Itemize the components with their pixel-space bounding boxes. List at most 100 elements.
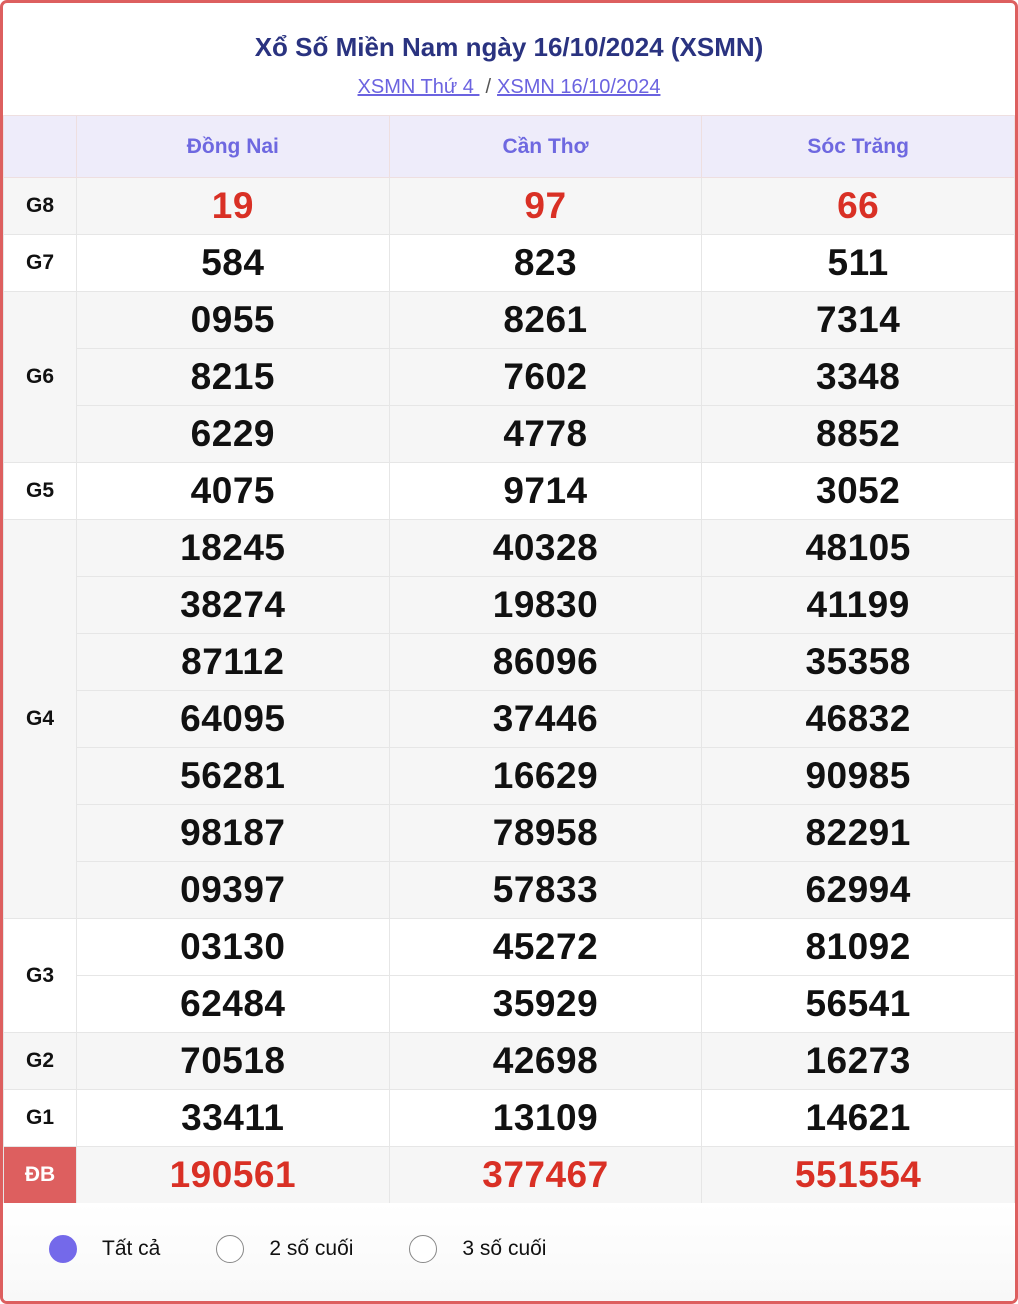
prize-number: 823 (388, 234, 703, 292)
prize-number: 81092 (701, 918, 1015, 976)
prize-row: 62484 35929 56541 (4, 975, 1015, 1033)
prize-label: G4 (3, 519, 77, 919)
prize-number: 62484 (76, 975, 390, 1033)
breadcrumb-link-date[interactable]: XSMN 16/10/2024 (497, 76, 660, 98)
prize-number: 90985 (701, 747, 1015, 805)
prize-row: G8 19 97 66 (3, 177, 1015, 235)
filter-option-last-3[interactable]: 3 số cuối (409, 1235, 546, 1263)
prize-number: 7314 (701, 291, 1015, 349)
prize-row: ĐB 190561 377467 551554 (3, 1146, 1015, 1204)
prize-number: 33411 (76, 1089, 390, 1147)
prize-number: 66 (701, 177, 1015, 235)
prize-number: 35358 (701, 633, 1015, 691)
prize-label: G5 (3, 462, 77, 520)
prize-row: 56281 16629 90985 (4, 747, 1015, 805)
prize-row: 98187 78958 82291 (4, 804, 1015, 862)
province-header: Đồng Nai (76, 115, 390, 178)
prize-number: 78958 (388, 804, 703, 862)
prize-number: 70518 (76, 1032, 390, 1090)
prize-number: 190561 (76, 1146, 390, 1204)
breadcrumb: XSMN Thứ 4 /XSMN 16/10/2024 (3, 75, 1015, 99)
prize-number: 511 (701, 234, 1015, 292)
prize-number: 42698 (388, 1032, 703, 1090)
card-header: Xổ Số Miền Nam ngày 16/10/2024 (XSMN) XS… (3, 3, 1015, 115)
prize-number: 87112 (76, 633, 390, 691)
prize-row: 87112 86096 35358 (4, 633, 1015, 691)
prize-number: 82291 (701, 804, 1015, 862)
prize-row: G7 584 823 511 (3, 234, 1015, 292)
prize-number: 86096 (388, 633, 703, 691)
prize-label: G1 (3, 1089, 77, 1147)
prize-number: 13109 (388, 1089, 703, 1147)
filter-option-label: 3 số cuối (462, 1237, 547, 1260)
digit-filter: Tất cả 2 số cuối 3 số cuối (3, 1203, 1015, 1301)
filter-option-label: 2 số cuối (269, 1237, 354, 1260)
prize-number: 584 (76, 234, 390, 292)
page-title: Xổ Số Miền Nam ngày 16/10/2024 (XSMN) (254, 32, 764, 62)
prize-number: 0955 (76, 291, 390, 349)
prize-row: 64095 37446 46832 (4, 690, 1015, 748)
prize-number: 41199 (701, 576, 1015, 634)
prize-number: 03130 (76, 918, 390, 976)
province-header: Cần Thơ (388, 115, 703, 178)
prize-number: 48105 (701, 519, 1015, 577)
prize-number: 40328 (388, 519, 703, 577)
prize-number: 98187 (76, 804, 390, 862)
prize-number: 45272 (388, 918, 703, 976)
prize-label: G8 (3, 177, 77, 235)
table-header-row: Đồng Nai Cần Thơ Sóc Trăng (3, 115, 1015, 178)
radio-button[interactable] (216, 1235, 245, 1263)
province-header: Sóc Trăng (701, 115, 1015, 178)
results-table: Đồng Nai Cần Thơ Sóc Trăng G8 19 97 66 G7 584… (3, 115, 1015, 1204)
prize-row: 09397 57833 62994 (4, 861, 1015, 919)
prize-label: G2 (3, 1032, 77, 1090)
filter-option-all[interactable]: Tất cả (49, 1235, 160, 1263)
prize-label: ĐB (3, 1146, 77, 1204)
prize-number: 57833 (388, 861, 703, 919)
prize-number: 8261 (388, 291, 703, 349)
prize-number: 35929 (388, 975, 703, 1033)
prize-number: 62994 (701, 861, 1015, 919)
prize-row: 6229 4778 8852 (4, 405, 1015, 463)
prize-row: 38274 19830 41199 (4, 576, 1015, 634)
prize-number: 18245 (76, 519, 390, 577)
prize-row: 8215 7602 3348 (4, 348, 1015, 406)
prize-number: 56281 (76, 747, 390, 805)
prize-label: G6 (3, 291, 77, 463)
prize-number: 4778 (388, 405, 703, 463)
prize-number: 56541 (701, 975, 1015, 1033)
prize-number: 8215 (76, 348, 390, 406)
corner-cell (3, 115, 77, 178)
results-card: Xổ Số Miền Nam ngày 16/10/2024 (XSMN) XS… (0, 0, 1018, 1304)
prize-number: 6229 (76, 405, 390, 463)
filter-option-label: Tất cả (102, 1237, 161, 1260)
breadcrumb-separator: / (485, 76, 492, 98)
prize-number: 4075 (76, 462, 390, 520)
prize-number: 19830 (388, 576, 703, 634)
prize-number: 3348 (701, 348, 1015, 406)
prize-row: G5 4075 9714 3052 (3, 462, 1015, 520)
breadcrumb-link-weekday[interactable]: XSMN Thứ 4 (358, 76, 480, 98)
prize-row: G4 18245 40328 48105 (3, 519, 1015, 919)
prize-row: G3 03130 45272 81092 (3, 918, 1015, 1033)
prize-number: 551554 (701, 1146, 1015, 1204)
prize-number: 97 (388, 177, 703, 235)
prize-row: G1 33411 13109 14621 (3, 1089, 1015, 1147)
prize-number: 3052 (701, 462, 1015, 520)
prize-row: G2 70518 42698 16273 (3, 1032, 1015, 1090)
prize-number: 7602 (388, 348, 703, 406)
prize-number: 19 (76, 177, 390, 235)
prize-number: 16629 (388, 747, 703, 805)
radio-button[interactable] (49, 1235, 77, 1263)
prize-label: G3 (3, 918, 77, 1033)
prize-label: G7 (3, 234, 77, 292)
prize-row: G6 0955 8261 7314 (3, 291, 1015, 463)
prize-number: 37446 (388, 690, 703, 748)
prize-number: 64095 (76, 690, 390, 748)
prize-number: 16273 (701, 1032, 1015, 1090)
filter-option-last-2[interactable]: 2 số cuối (216, 1235, 353, 1263)
prize-number: 38274 (76, 576, 390, 634)
radio-button[interactable] (409, 1235, 438, 1263)
prize-number: 8852 (701, 405, 1015, 463)
prize-number: 46832 (701, 690, 1015, 748)
